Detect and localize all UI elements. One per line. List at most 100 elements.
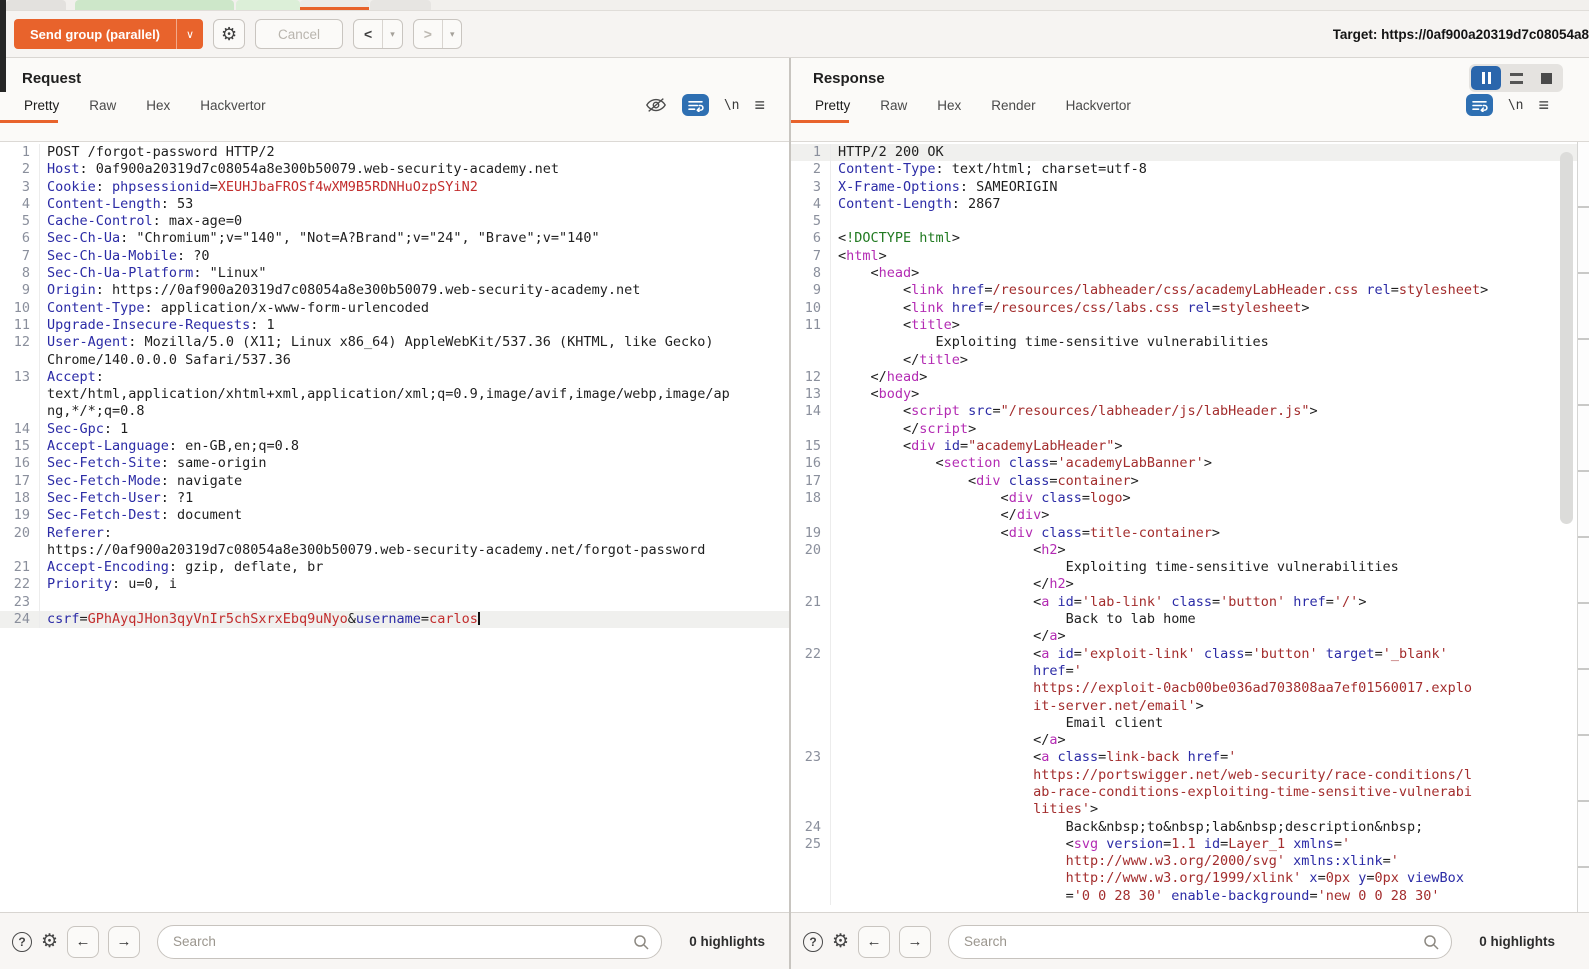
code-line[interactable]: 8 <head> [791,265,1578,282]
search-previous-button[interactable]: ← [858,926,890,958]
send-group-button[interactable]: Send group (parallel) ∨ [14,19,203,49]
code-line[interactable]: 13Accept: [0,369,789,386]
code-line[interactable]: http://www.w3.org/1999/xlink' x=0px y=0p… [791,870,1578,887]
repeater-tab-fragment-green[interactable] [236,0,300,10]
code-line[interactable]: 11Upgrade-Insecure-Requests: 1 [0,317,789,334]
response-search-input[interactable] [948,925,1452,959]
code-line[interactable]: 18 <div class=logo> [791,490,1578,507]
tab-pretty[interactable]: Pretty [22,94,61,123]
code-line[interactable]: 20 <h2> [791,542,1578,559]
code-line[interactable]: Email client [791,715,1578,732]
search-settings-icon[interactable]: ⚙ [832,930,849,953]
code-line[interactable]: 14Sec-Gpc: 1 [0,421,789,438]
code-line[interactable]: 15 <div id="academyLabHeader"> [791,438,1578,455]
code-line[interactable]: 23 [0,594,789,611]
code-line[interactable]: 7Sec-Ch-Ua-Mobile: ?0 [0,248,789,265]
code-line[interactable]: 25 <svg version=1.1 id=Layer_1 xmlns=' [791,836,1578,853]
tab-hackvertor[interactable]: Hackvertor [198,94,267,123]
hide-nonprintable-icon[interactable] [645,97,667,113]
code-line[interactable]: 24 Back&nbsp;to&nbsp;lab&nbsp;descriptio… [791,819,1578,836]
code-line[interactable]: 4Content-Length: 2867 [791,196,1578,213]
code-line[interactable]: 10Content-Type: application/x-www-form-u… [0,300,789,317]
code-line[interactable]: 2Host: 0af900a20319d7c08054a8e300b50079.… [0,161,789,178]
code-line[interactable]: ng,*/*;q=0.8 [0,403,789,420]
help-icon[interactable]: ? [803,932,823,952]
code-line[interactable]: 3Cookie: phpsessionid=XEUHJbaFROSf4wXM9B… [0,179,789,196]
code-line[interactable]: 19 <div class=title-container> [791,525,1578,542]
code-line[interactable]: 22Priority: u=0, i [0,576,789,593]
code-line[interactable]: ab-race-conditions-exploiting-time-sensi… [791,784,1578,801]
layout-rows-button[interactable] [1501,66,1531,90]
tab-raw[interactable]: Raw [87,94,118,123]
code-line[interactable]: 17 <div class=container> [791,473,1578,490]
repeater-tab-fragment-selected[interactable] [300,0,369,10]
code-line[interactable]: Chrome/140.0.0.0 Safari/537.36 [0,352,789,369]
code-line[interactable]: ='0 0 28 30' enable-background='new 0 0 … [791,888,1578,905]
next-dropdown-icon[interactable]: ▾ [443,20,462,48]
tab-render[interactable]: Render [989,94,1037,123]
code-line[interactable]: 16Sec-Fetch-Site: same-origin [0,455,789,472]
code-line[interactable]: 4Content-Length: 53 [0,196,789,213]
code-line[interactable]: 10 <link href=/resources/css/labs.css re… [791,300,1578,317]
code-line[interactable]: href=' [791,663,1578,680]
code-line[interactable]: 16 <section class='academyLabBanner'> [791,455,1578,472]
code-line[interactable]: 5 [791,213,1578,230]
previous-dropdown-icon[interactable]: ▾ [383,20,402,48]
tab-hackvertor[interactable]: Hackvertor [1064,94,1133,123]
code-line[interactable]: 6Sec-Ch-Ua: "Chromium";v="140", "Not=A?B… [0,230,789,247]
code-line[interactable]: 15Accept-Language: en-GB,en;q=0.8 [0,438,789,455]
repeater-tab-fragment-green[interactable] [75,0,234,10]
code-line[interactable]: 5Cache-Control: max-age=0 [0,213,789,230]
code-line[interactable]: 6<!DOCTYPE html> [791,230,1578,247]
code-line[interactable]: https://portswigger.net/web-security/rac… [791,767,1578,784]
layout-single-button[interactable] [1531,66,1561,90]
code-line[interactable]: </h2> [791,576,1578,593]
code-line[interactable]: https://exploit-0acb00be036ad703808aa7ef… [791,680,1578,697]
search-settings-icon[interactable]: ⚙ [41,930,58,953]
response-editor[interactable]: 1HTTP/2 200 OK2Content-Type: text/html; … [791,142,1589,912]
tab-hex[interactable]: Hex [144,94,172,123]
layout-columns-button[interactable] [1471,66,1501,90]
code-line[interactable]: 8Sec-Ch-Ua-Platform: "Linux" [0,265,789,282]
response-scrollbar-thumb[interactable] [1560,152,1573,524]
code-line[interactable]: it-server.net/email'> [791,698,1578,715]
next-request-button[interactable]: > ▾ [413,19,463,49]
code-line[interactable]: 14 <script src="/resources/labheader/js/… [791,403,1578,420]
code-line[interactable]: Exploiting time-sensitive vulnerabilitie… [791,559,1578,576]
word-wrap-toggle-icon[interactable] [682,94,709,116]
scroll-marker-strip[interactable] [1577,142,1589,912]
help-icon[interactable]: ? [12,932,32,952]
code-line[interactable]: 20Referer: [0,525,789,542]
code-line[interactable]: </a> [791,628,1578,645]
search-previous-button[interactable]: ← [67,926,99,958]
code-line[interactable]: 12 </head> [791,369,1578,386]
search-next-button[interactable]: → [108,926,140,958]
code-line[interactable]: 3X-Frame-Options: SAMEORIGIN [791,179,1578,196]
tab-hex[interactable]: Hex [935,94,963,123]
code-line[interactable]: Exploiting time-sensitive vulnerabilitie… [791,334,1578,351]
code-line[interactable]: 22 <a id='exploit-link' class='button' t… [791,646,1578,663]
search-next-button[interactable]: → [899,926,931,958]
code-line[interactable]: lities'> [791,801,1578,818]
code-line[interactable]: </script> [791,421,1578,438]
code-line[interactable]: 18Sec-Fetch-User: ?1 [0,490,789,507]
request-search-input[interactable] [157,925,662,959]
code-line[interactable]: 17Sec-Fetch-Mode: navigate [0,473,789,490]
code-line[interactable]: http://www.w3.org/2000/svg' xmlns:xlink=… [791,853,1578,870]
tab-pretty[interactable]: Pretty [813,94,852,123]
code-line[interactable]: Back to lab home [791,611,1578,628]
code-line[interactable]: 9Origin: https://0af900a20319d7c08054a8e… [0,282,789,299]
show-newlines-icon[interactable]: \n [724,98,740,113]
send-dropdown-icon[interactable]: ∨ [177,19,203,49]
code-line[interactable]: </div> [791,507,1578,524]
code-line[interactable]: 23 <a class=link-back href=' [791,749,1578,766]
code-line[interactable]: </a> [791,732,1578,749]
previous-request-button[interactable]: < ▾ [353,19,403,49]
editor-menu-icon[interactable]: ≡ [1538,95,1549,116]
code-line[interactable]: 12User-Agent: Mozilla/5.0 (X11; Linux x8… [0,334,789,351]
repeater-tab-fragment[interactable] [6,0,66,10]
cancel-button[interactable]: Cancel [255,19,343,49]
code-line[interactable]: 13 <body> [791,386,1578,403]
code-line[interactable]: https://0af900a20319d7c08054a8e300b50079… [0,542,789,559]
code-line[interactable]: 19Sec-Fetch-Dest: document [0,507,789,524]
